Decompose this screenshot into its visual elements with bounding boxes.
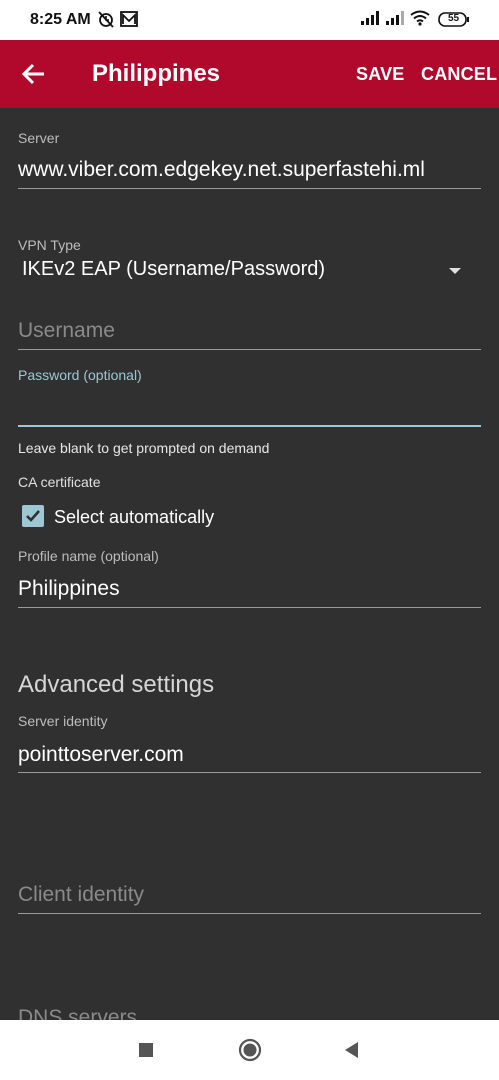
profile-name-underline [18,607,481,608]
dropdown-arrow-icon[interactable] [449,268,461,274]
server-identity-label: Server identity [18,713,108,729]
dns-servers-field[interactable]: DNS servers [18,1006,137,1020]
server-label: Server [18,130,60,146]
home-icon[interactable] [238,1038,262,1067]
server-identity-field[interactable]: pointtoserver.com [18,743,184,767]
signal-icon [360,10,380,31]
arrow-left-icon[interactable] [18,58,50,90]
username-underline [18,349,481,350]
username-field[interactable]: Username [18,319,115,343]
mail-icon [120,10,138,33]
profile-name-label: Profile name (optional) [18,548,159,564]
server-identity-underline [18,772,481,773]
password-label: Password (optional) [18,367,142,383]
vpn-type-select[interactable]: IKEv2 EAP (Username/Password) [22,258,325,281]
client-identity-field[interactable]: Client identity [18,883,144,907]
recents-icon[interactable] [138,1042,154,1063]
select-automatically-checkbox[interactable] [22,505,44,527]
page-title: Philippines [92,60,221,87]
password-underline [18,425,481,427]
advanced-settings-heading: Advanced settings [18,671,215,698]
select-automatically-label[interactable]: Select automatically [54,507,214,528]
back-icon[interactable] [343,1041,361,1064]
server-underline [18,188,481,189]
profile-form: Server www.viber.com.edgekey.net.superfa… [0,108,499,1020]
ca-certificate-label: CA certificate [18,474,101,490]
save-button[interactable]: SAVE [356,64,404,85]
app-bar: Philippines SAVE CANCEL [0,40,499,108]
client-identity-underline [18,913,481,914]
status-time: 8:25 AM [30,11,91,28]
cancel-button[interactable]: CANCEL [421,64,497,85]
navigation-bar [0,1020,499,1080]
check-icon [26,510,40,522]
status-bar: 8:25 AM 55 [0,0,499,40]
server-field[interactable]: www.viber.com.edgekey.net.superfastehi.m… [18,158,425,182]
vpn-type-label: VPN Type [18,237,81,253]
battery-level: 55 [448,13,460,24]
alarm-off-icon [97,10,115,33]
wifi-icon [410,10,430,31]
password-helper-text: Leave blank to get prompted on demand [18,440,270,456]
signal-icon [385,10,405,31]
profile-name-field[interactable]: Philippines [18,577,120,601]
